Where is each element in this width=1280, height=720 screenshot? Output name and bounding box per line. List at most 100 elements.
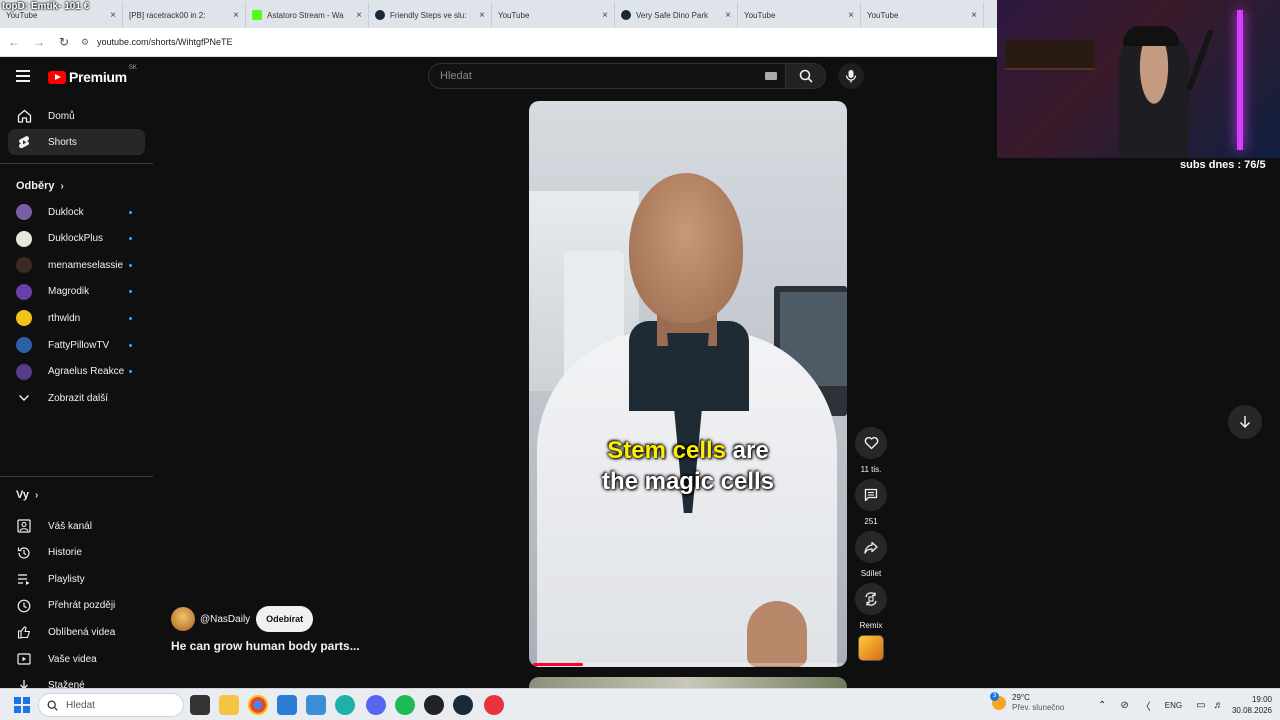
browser-tab[interactable]: Friendly Steps ve slu: × xyxy=(369,2,492,28)
short-video-player[interactable]: Stem cells are the magic cells xyxy=(529,101,847,667)
taskbar-search[interactable]: Hledat xyxy=(38,693,184,717)
sidebar-item-video[interactable]: Vaše videa xyxy=(8,646,145,672)
chevron-up-icon[interactable]: ⌃ xyxy=(1098,700,1106,711)
sidebar-item-user[interactable]: Váš kanál xyxy=(8,513,145,539)
close-tab-icon[interactable]: × xyxy=(479,10,485,21)
sidebar-item-thumbs-up[interactable]: Oblíbená videa xyxy=(8,619,145,645)
weather-icon: 3 xyxy=(990,692,1006,710)
microphone-tray-icon[interactable]: 〈 xyxy=(1141,698,1151,713)
app-red-icon[interactable] xyxy=(484,695,504,715)
history-icon xyxy=(16,545,32,561)
chrome-icon[interactable] xyxy=(248,695,268,715)
store-icon[interactable] xyxy=(277,695,297,715)
back-icon[interactable]: ← xyxy=(3,31,25,53)
channel-name[interactable]: @NasDaily xyxy=(200,614,250,625)
stream-overlay-label: topD: Emtik- 101 € xyxy=(2,1,90,12)
url-field[interactable]: ⚙ youtube.com/shorts/WihtgfPNeTE xyxy=(81,31,1000,53)
language-indicator[interactable]: ENG xyxy=(1165,701,1182,710)
comments-button[interactable] xyxy=(855,479,887,511)
sidebar-item-home[interactable]: Domů xyxy=(8,103,145,129)
subscriptions-heading[interactable]: Odběry › xyxy=(16,180,64,192)
close-tab-icon[interactable]: × xyxy=(848,10,854,21)
channel-avatar[interactable] xyxy=(171,607,195,631)
close-tab-icon[interactable]: × xyxy=(971,10,977,21)
sound-thumbnail[interactable] xyxy=(858,635,884,661)
clock-date: 30.08.2026 xyxy=(1231,706,1272,715)
sidebar-item-playlist[interactable]: Playlisty xyxy=(8,566,145,592)
sidebar: Domů Shorts Odběry › Duklock DuklockPlus menam… xyxy=(0,103,153,718)
steam-icon xyxy=(375,10,385,20)
browser-tab[interactable]: YouTube × xyxy=(492,2,615,28)
sidebar-subscription[interactable]: Duklock xyxy=(8,199,145,225)
site-info-icon[interactable]: ⚙ xyxy=(81,37,91,48)
close-tab-icon[interactable]: × xyxy=(725,10,731,21)
next-short-preview[interactable] xyxy=(529,677,847,688)
sidebar-subscription[interactable]: rthwldn xyxy=(8,305,145,331)
new-content-dot xyxy=(129,263,132,267)
sidebar-divider xyxy=(0,163,153,164)
browser-tab[interactable]: Astatoro Stream - Wa × xyxy=(246,2,369,28)
short-title[interactable]: He can grow human body parts... xyxy=(171,639,360,653)
next-short-button[interactable] xyxy=(1228,405,1262,439)
forward-icon[interactable]: → xyxy=(28,31,50,53)
discord-icon[interactable] xyxy=(366,695,386,715)
sidebar-item-history[interactable]: Historie xyxy=(8,540,145,566)
you-heading[interactable]: Vy › xyxy=(16,489,38,501)
steam-icon[interactable] xyxy=(453,695,473,715)
menu-icon[interactable] xyxy=(16,70,30,82)
obs-icon[interactable] xyxy=(424,695,444,715)
browser-tab[interactable]: Very Safe Dino Park × xyxy=(615,2,738,28)
edge-icon[interactable] xyxy=(335,695,355,715)
webcam-shelf xyxy=(1005,40,1095,70)
you-heading-label: Vy xyxy=(16,489,30,501)
channel-avatar xyxy=(16,257,32,274)
search-button[interactable] xyxy=(786,63,826,89)
video-progress-bar[interactable] xyxy=(533,663,843,666)
sidebar-item-shorts[interactable]: Shorts xyxy=(8,129,145,155)
reload-icon[interactable]: ↻ xyxy=(53,31,75,53)
file-explorer-icon[interactable] xyxy=(219,695,239,715)
display-icon[interactable]: ▭ xyxy=(1196,700,1205,711)
close-tab-icon[interactable]: × xyxy=(233,10,239,21)
sidebar-item-clock[interactable]: Přehrát později xyxy=(8,593,145,619)
sidebar-item-label: DuklockPlus xyxy=(48,233,104,245)
remix-button[interactable] xyxy=(855,583,887,615)
close-tab-icon[interactable]: × xyxy=(602,10,608,21)
spotify-icon[interactable] xyxy=(395,695,415,715)
volume-icon[interactable]: ♬ xyxy=(1214,700,1224,711)
browser-tab[interactable]: YouTube × xyxy=(861,2,984,28)
voice-search-button[interactable] xyxy=(838,63,864,89)
search-input[interactable]: Hledat xyxy=(428,63,786,89)
sidebar-subscription[interactable]: Magrodik xyxy=(8,279,145,305)
sidebar-subscription[interactable]: FattyPillowTV xyxy=(8,332,145,358)
subscribe-button[interactable]: Odebírat xyxy=(256,606,314,632)
playlist-icon xyxy=(16,571,32,587)
close-tab-icon[interactable]: × xyxy=(110,10,116,21)
channel-avatar xyxy=(16,337,32,353)
tab-label: YouTube xyxy=(744,10,776,20)
youtube-logo[interactable]: Premium SK xyxy=(48,65,137,85)
windows-start-icon[interactable] xyxy=(14,697,30,713)
sidebar-item-label: Vaše videa xyxy=(48,653,97,665)
task-view-icon[interactable] xyxy=(190,695,210,715)
browser-tab[interactable]: [PB] racetrack00 in 2: × xyxy=(123,2,246,28)
video-caption: Stem cells are the magic cells xyxy=(529,435,847,497)
new-content-dot xyxy=(129,237,132,241)
like-button[interactable] xyxy=(855,427,887,459)
weather-widget[interactable]: 3 29°C Přev. slunečno xyxy=(990,692,1064,713)
network-off-icon[interactable]: ⊘ xyxy=(1120,700,1128,711)
comment-action: 251 xyxy=(855,479,887,526)
show-more-subscriptions[interactable]: Zobrazit další xyxy=(8,385,145,411)
sidebar-subscription[interactable]: DuklockPlus xyxy=(8,226,145,252)
share-button[interactable] xyxy=(855,531,887,563)
sidebar-subscription[interactable]: Agraelus Reakce xyxy=(8,359,145,385)
sidebar-subscription[interactable]: menameselassie xyxy=(8,252,145,278)
taskbar-clock[interactable]: 19:00 30.08.2026 xyxy=(1226,694,1272,716)
keyboard-icon[interactable] xyxy=(765,72,777,80)
search-icon xyxy=(47,700,58,711)
app-icon[interactable] xyxy=(306,695,326,715)
browser-tab[interactable]: YouTube × xyxy=(738,2,861,28)
caption-line-2: the magic cells xyxy=(601,468,775,495)
comment-count: 251 xyxy=(864,517,878,526)
close-tab-icon[interactable]: × xyxy=(356,10,362,21)
